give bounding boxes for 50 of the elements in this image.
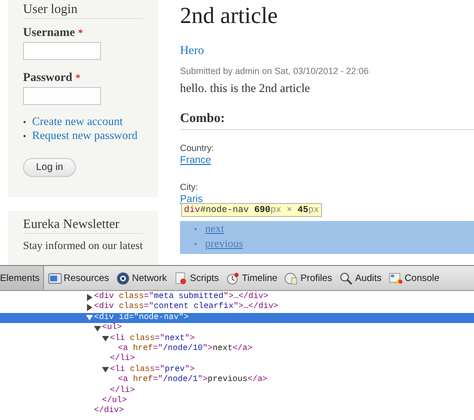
group-heading: Combo: xyxy=(180,110,474,130)
dom-node-line[interactable]: <div class="content clearfix">…</div> xyxy=(0,302,474,313)
block-title: Eureka Newsletter xyxy=(23,215,143,234)
field-label: Username * xyxy=(23,25,84,40)
field-value-link[interactable]: France xyxy=(180,154,212,167)
inspect-tooltip: div#node-nav 690px × 45px xyxy=(181,203,322,217)
devtools-tab[interactable]: Profiles xyxy=(281,266,336,290)
list-bullet: • xyxy=(23,116,26,129)
list-bullet: • xyxy=(194,238,198,251)
dom-node-line[interactable]: <a href="/node/10">next</a> xyxy=(0,344,474,354)
block-title: User login xyxy=(23,0,143,19)
list-bullet: • xyxy=(23,130,26,143)
dom-close-tag: </li> xyxy=(0,386,474,396)
devtools-tab[interactable]: Elements xyxy=(0,266,44,290)
tag-link[interactable]: Hero xyxy=(180,43,474,58)
dom-close-tag: </ul> xyxy=(0,396,474,406)
collapse-triangle-icon[interactable] xyxy=(102,366,109,374)
devtools-tab[interactable]: Audits xyxy=(336,266,385,290)
devtools-tab[interactable]: Resources xyxy=(44,266,112,290)
field-label: City: xyxy=(180,181,198,193)
console-warning-icon xyxy=(388,272,403,284)
dom-close-tag: </li> xyxy=(0,354,474,365)
input-field[interactable] xyxy=(23,87,101,105)
devtools-tab[interactable]: Console xyxy=(386,266,442,290)
list-bullet: • xyxy=(194,223,198,236)
account-link[interactable]: Create new account xyxy=(32,115,123,129)
dom-node-line[interactable]: <li class="prev"> xyxy=(0,364,474,376)
dom-node-line[interactable]: <a href="/node/1">previous</a> xyxy=(0,375,474,386)
field-value-link[interactable]: Paris xyxy=(180,193,203,206)
field-label: Password * xyxy=(23,70,82,85)
account-link[interactable]: Request new password xyxy=(32,129,138,143)
devtools-tab[interactable]: Scripts xyxy=(170,266,222,290)
login-button[interactable]: Log in xyxy=(23,158,76,177)
window-icon xyxy=(48,272,62,284)
newsletter-text: Stay informed on our latest xyxy=(23,240,143,253)
document-icon xyxy=(174,272,188,284)
submitted-info: Submitted by admin on Sat, 03/10/2012 - 22:06 xyxy=(180,66,370,76)
stopwatch-icon xyxy=(226,272,240,284)
input-field[interactable] xyxy=(23,42,101,60)
dom-close-tag: </div> xyxy=(0,406,474,417)
article-title: 2nd article xyxy=(180,3,279,29)
dom-node-line[interactable]: <li class="next"> xyxy=(0,334,474,344)
magnifier-icon xyxy=(339,272,354,284)
article-body: hello. this is the 2nd article xyxy=(180,81,311,96)
field-label: Country: xyxy=(180,142,214,154)
dom-node-line[interactable]: <ul> xyxy=(0,323,474,334)
devtools-tab[interactable]: Timeline xyxy=(222,266,280,290)
globe-icon xyxy=(116,272,130,284)
dom-node-line[interactable]: <div class="meta submitted">…</div> xyxy=(0,292,474,302)
devtools-tab[interactable]: Network xyxy=(113,266,170,290)
